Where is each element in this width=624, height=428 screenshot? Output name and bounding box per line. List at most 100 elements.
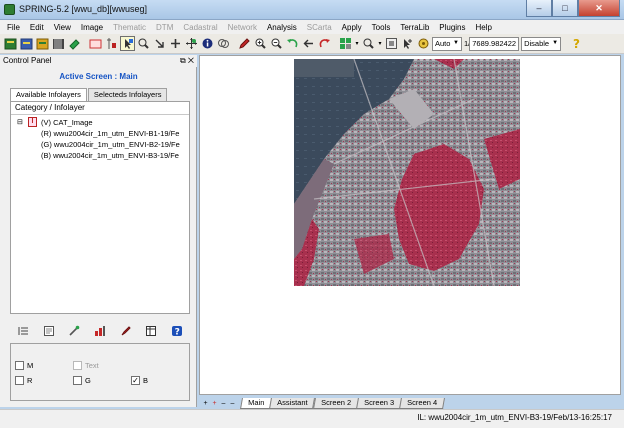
- pencil-icon[interactable]: [237, 36, 252, 51]
- menu-terralib[interactable]: TerraLib: [395, 23, 434, 32]
- float-panel-icon[interactable]: ⧉: [180, 56, 186, 65]
- status-text: IL: wwu2004cir_1m_utm_ENVI-B3-19/Feb/13-…: [417, 413, 612, 422]
- maximize-button[interactable]: □: [552, 0, 578, 17]
- screen-tab-label: Screen 2: [320, 398, 351, 407]
- settings-icon[interactable]: [416, 36, 431, 51]
- list-icon[interactable]: [16, 324, 30, 338]
- open-database-icon[interactable]: [3, 36, 18, 51]
- screen-tab-screen-4[interactable]: Screen 4: [398, 398, 445, 409]
- menu-image[interactable]: Image: [76, 23, 108, 32]
- tree-layer-item[interactable]: (B) wwu2004cir_1m_utm_ENVI-B3-19/Fe: [41, 151, 179, 160]
- screen-tab-screen-3[interactable]: Screen 3: [355, 398, 402, 409]
- menu-view[interactable]: View: [49, 23, 76, 32]
- add-icon[interactable]: [168, 36, 183, 51]
- checkbox-b-label: B: [143, 376, 149, 385]
- close-panel-icon[interactable]: ✕: [188, 56, 194, 65]
- menu-apply[interactable]: Apply: [337, 23, 367, 32]
- menu-file[interactable]: File: [2, 23, 25, 32]
- infolayer-tree: Category / Infolayer ⊟ I (V) CAT_Image (…: [10, 101, 190, 314]
- map-canvas[interactable]: [199, 55, 621, 395]
- brush-icon[interactable]: [119, 324, 133, 338]
- image-category-icon: I: [28, 117, 37, 127]
- screen-tab-main[interactable]: Main: [240, 398, 273, 409]
- layers-icon[interactable]: [216, 36, 231, 51]
- table-icon[interactable]: [144, 324, 158, 338]
- tree-category-item[interactable]: (V) CAT_Image: [41, 118, 93, 127]
- grid-color-icon[interactable]: [338, 36, 353, 51]
- open-infolayer-icon[interactable]: [35, 36, 50, 51]
- arrow-down-icon[interactable]: [152, 36, 167, 51]
- zoom-icon[interactable]: [136, 36, 151, 51]
- tree-layer-item[interactable]: (R) wwu2004cir_1m_utm_ENVI-B1-19/Fe: [41, 129, 179, 138]
- screen-tab-label: Assistant: [277, 398, 308, 407]
- dropdown-arrow-icon[interactable]: ▾: [354, 36, 360, 51]
- checkbox-r[interactable]: R: [15, 376, 32, 385]
- screen-tab-assistant[interactable]: Assistant: [269, 398, 316, 409]
- checkbox-g-box[interactable]: [73, 376, 82, 385]
- scale-input[interactable]: 7689.982422: [469, 36, 520, 51]
- add-screen-icon[interactable]: +: [201, 399, 210, 409]
- toolbar: ▾ ▾ Auto ▼ 1/ 7689.982422 Disable ▼ ?: [0, 34, 624, 54]
- checkbox-m[interactable]: M: [15, 361, 33, 370]
- remove-screen-icon[interactable]: –: [219, 399, 228, 409]
- control-panel-title: Control Panel: [3, 56, 52, 65]
- zoom-mode-select[interactable]: Auto ▼: [432, 36, 462, 51]
- grid-icon[interactable]: [51, 36, 66, 51]
- eraser-icon[interactable]: [67, 36, 82, 51]
- menu-thematic[interactable]: Thematic: [108, 23, 151, 32]
- zoom-options-icon[interactable]: [361, 36, 376, 51]
- tree-layer-item[interactable]: (G) wwu2004cir_1m_utm_ENVI-B2-19/Fe: [41, 140, 180, 149]
- checkbox-text[interactable]: Text: [73, 361, 99, 370]
- back-icon[interactable]: [301, 36, 316, 51]
- status-bar: IL: wwu2004cir_1m_utm_ENVI-B3-19/Feb/13-…: [0, 409, 624, 428]
- zoom-in-icon[interactable]: [253, 36, 268, 51]
- checkbox-text-label: Text: [85, 361, 99, 370]
- frame-icon[interactable]: [384, 36, 399, 51]
- screen-tab-label: Screen 4: [406, 398, 437, 407]
- screen-icon[interactable]: [88, 36, 103, 51]
- close-button[interactable]: ✕: [578, 0, 620, 17]
- chart-icon[interactable]: [93, 324, 107, 338]
- add-screen-red-icon[interactable]: +: [210, 399, 219, 409]
- checkbox-b-box[interactable]: ✓: [131, 376, 140, 385]
- menu-network[interactable]: Network: [223, 23, 262, 32]
- pointer-icon[interactable]: [400, 36, 415, 51]
- menu-edit[interactable]: Edit: [25, 23, 49, 32]
- menu-tools[interactable]: Tools: [367, 23, 396, 32]
- info-icon[interactable]: [200, 36, 215, 51]
- checkbox-m-label: M: [27, 361, 34, 370]
- menu-cadastral[interactable]: Cadastral: [178, 23, 222, 32]
- checkbox-r-label: R: [27, 376, 33, 385]
- checkbox-b[interactable]: ✓ B: [131, 376, 148, 385]
- properties-icon[interactable]: [42, 324, 56, 338]
- collapse-icon[interactable]: ⊟: [17, 118, 23, 126]
- checkbox-text-box[interactable]: [73, 361, 82, 370]
- menu-help[interactable]: Help: [471, 23, 497, 32]
- undo-icon[interactable]: [285, 36, 300, 51]
- remove-screen-alt-icon[interactable]: –: [228, 399, 237, 409]
- menu-dtm[interactable]: DTM: [151, 23, 178, 32]
- menu-analysis[interactable]: Analysis: [262, 23, 302, 32]
- pan-icon[interactable]: [184, 36, 199, 51]
- minimize-button[interactable]: –: [526, 0, 552, 17]
- menu-plugins[interactable]: Plugins: [434, 23, 470, 32]
- dropdown-arrow-icon[interactable]: ▾: [377, 36, 383, 51]
- menu-scarta[interactable]: SCarta: [302, 23, 337, 32]
- checkbox-r-box[interactable]: [15, 376, 24, 385]
- redo-icon[interactable]: [317, 36, 332, 51]
- help-icon[interactable]: ?: [170, 324, 184, 338]
- screen-tab-screen-2[interactable]: Screen 2: [312, 398, 359, 409]
- tab-selecteds-infolayers[interactable]: Selecteds Infolayers: [87, 88, 168, 101]
- zoom-mode-value: Auto: [435, 39, 451, 48]
- tools-icon[interactable]: [67, 324, 81, 338]
- snap-mode-select[interactable]: Disable ▼: [521, 36, 562, 51]
- checkbox-m-box[interactable]: [15, 361, 24, 370]
- selected-tool-icon[interactable]: [120, 36, 135, 51]
- help-icon[interactable]: ?: [569, 36, 584, 51]
- open-project-icon[interactable]: [19, 36, 34, 51]
- title-bar: SPRING-5.2 [wwu_db][wwuseg] – □ ✕: [0, 0, 624, 20]
- tab-available-infolayers[interactable]: Available Infolayers: [10, 88, 87, 102]
- zoom-out-icon[interactable]: [269, 36, 284, 51]
- cursor-icon[interactable]: [104, 36, 119, 51]
- checkbox-g[interactable]: G: [73, 376, 91, 385]
